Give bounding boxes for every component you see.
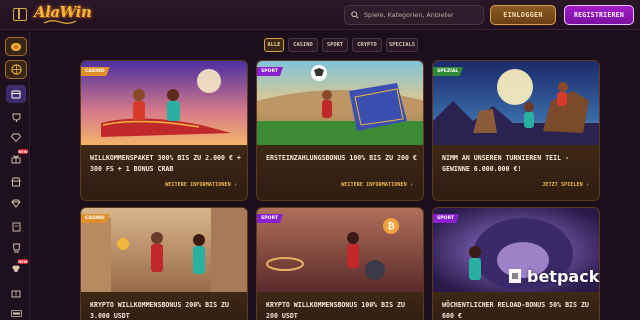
top-bar: AlaWin EINLOGGEN REGISTRIEREN xyxy=(0,0,640,30)
sidebar-casino-button[interactable] xyxy=(5,37,27,56)
promo-card-body: KRYPTO WILLKOMMENSBONUS 200% BIS ZU 3.00… xyxy=(81,292,247,320)
promo-card-body: WÖCHENTLICHER RELOAD-BONUS 50% BIS ZU 60… xyxy=(433,292,599,320)
promo-card[interactable]: SPORT WÖCHENTLICHER RELOAD-BONUS 50% BIS… xyxy=(432,207,600,320)
more-info-label: WEITERE INFORMATIONEN xyxy=(165,182,231,188)
promo-card[interactable]: ₿ SPORT KRYPTO WILLKOMMENSBONUS 100% BIS… xyxy=(256,207,424,320)
filter-crypto[interactable]: CRYPTO xyxy=(352,38,382,52)
diamond-icon xyxy=(11,133,21,142)
promo-card[interactable]: CASINO WILLKOMMENSPAKET 300% BIS ZU 2.00… xyxy=(80,60,248,201)
casino-coin-icon xyxy=(11,42,21,51)
filter-sport[interactable]: SPORT xyxy=(322,38,348,52)
category-tag: SPORT xyxy=(257,67,284,76)
more-info-link[interactable]: WEITERE INFORMATIONEN › xyxy=(165,182,237,188)
vip-gem-icon xyxy=(11,199,21,208)
category-tag: SPORT xyxy=(433,214,460,223)
magic-lamp-icon xyxy=(43,20,77,24)
watermark-logo: betpack xyxy=(506,265,616,287)
sidebar-gift-button[interactable] xyxy=(9,153,23,165)
chevron-right-icon: › xyxy=(233,182,237,188)
login-button[interactable]: EINLOGGEN xyxy=(490,5,556,25)
cup-icon xyxy=(12,243,20,253)
filter-specials[interactable]: SPECIALS xyxy=(386,38,418,52)
chevron-right-icon: › xyxy=(585,182,589,188)
sidebar-shop-button[interactable] xyxy=(9,176,23,188)
sidebar-book-button[interactable] xyxy=(9,288,23,300)
sidebar: NEW NEW xyxy=(0,31,30,320)
register-button[interactable]: REGISTRIEREN xyxy=(564,5,634,25)
promo-card-body: KRYPTO WILLKOMMENSBONUS 100% BIS ZU 200 … xyxy=(257,292,423,320)
sidebar-live-button[interactable] xyxy=(9,307,23,319)
promo-card-body: WILLKOMMENSPAKET 300% BIS ZU 2.000 € + 3… xyxy=(81,145,247,200)
promo-title: ERSTEINZAHLUNGSBONUS 100% BIS ZU 200 € xyxy=(266,154,417,162)
filter-all[interactable]: ALLE xyxy=(264,38,284,52)
sidebar-clover-button[interactable] xyxy=(9,263,23,275)
sports-ball-icon xyxy=(10,64,22,75)
promo-card-body: NIMM AN UNSEREN TURNIEREN TEIL - GEWINNE… xyxy=(433,145,599,200)
promo-card[interactable]: SPORT ERSTEINZAHLUNGSBONUS 100% BIS ZU 2… xyxy=(256,60,424,201)
trophy-icon xyxy=(12,113,20,122)
promo-image: SPORT xyxy=(257,61,423,145)
promo-title: NIMM AN UNSEREN TURNIEREN TEIL - GEWINNE… xyxy=(442,154,570,173)
category-tag: CASINO xyxy=(81,67,110,76)
clover-icon xyxy=(12,265,20,272)
sidebar-vip-button[interactable] xyxy=(9,131,23,143)
document-icon xyxy=(12,222,20,232)
sidebar-toggle-icon[interactable] xyxy=(13,8,27,21)
more-info-link[interactable]: WEITERE INFORMATIONEN › xyxy=(341,182,413,188)
book-icon xyxy=(11,290,21,298)
shop-icon xyxy=(11,177,21,187)
promo-card[interactable]: CASINO KRYPTO WILLKOMMENSBONUS 200% BIS … xyxy=(80,207,248,320)
gift-icon xyxy=(11,155,21,164)
sidebar-document-button[interactable] xyxy=(9,221,23,233)
category-tag: CASINO xyxy=(81,214,110,223)
betpack-logo-icon xyxy=(509,269,521,283)
promo-image: SPEZIAL xyxy=(433,61,599,145)
category-tag: SPORT xyxy=(257,214,284,223)
search-box[interactable] xyxy=(344,5,484,25)
promo-title: WÖCHENTLICHER RELOAD-BONUS 50% BIS ZU 60… xyxy=(442,301,589,320)
sidebar-trophy-button[interactable] xyxy=(9,112,23,124)
sidebar-cup-button[interactable] xyxy=(9,242,23,254)
sidebar-sports-button[interactable] xyxy=(5,60,27,79)
promo-image: CASINO xyxy=(81,208,247,292)
promo-title: WILLKOMMENSPAKET 300% BIS ZU 2.000 € + 3… xyxy=(90,154,241,173)
promo-card-body: ERSTEINZAHLUNGSBONUS 100% BIS ZU 200 € W… xyxy=(257,145,423,200)
watermark-text: betpack xyxy=(527,266,600,286)
svg-text:₿: ₿ xyxy=(387,221,394,232)
filter-casino[interactable]: CASINO xyxy=(288,38,318,52)
chevron-right-icon: › xyxy=(409,182,413,188)
promotions-icon xyxy=(11,90,21,99)
promo-title: KRYPTO WILLKOMMENSBONUS 100% BIS ZU 200 … xyxy=(266,301,405,320)
promo-title: KRYPTO WILLKOMMENSBONUS 200% BIS ZU 3.00… xyxy=(90,301,229,320)
more-info-label: WEITERE INFORMATIONEN xyxy=(341,182,407,188)
sidebar-promotions-button[interactable] xyxy=(6,85,26,103)
promo-image: CASINO xyxy=(81,61,247,145)
play-now-label: JETZT SPIELEN xyxy=(542,182,583,188)
promo-card[interactable]: SPEZIAL NIMM AN UNSEREN TURNIEREN TEIL -… xyxy=(432,60,600,201)
search-input[interactable] xyxy=(364,11,482,19)
play-now-link[interactable]: JETZT SPIELEN › xyxy=(542,182,589,188)
category-tag: SPEZIAL xyxy=(433,67,464,76)
promo-image: ₿ SPORT xyxy=(257,208,423,292)
sidebar-gem-button[interactable] xyxy=(9,197,23,209)
live-icon xyxy=(10,309,22,317)
search-icon xyxy=(351,11,359,19)
